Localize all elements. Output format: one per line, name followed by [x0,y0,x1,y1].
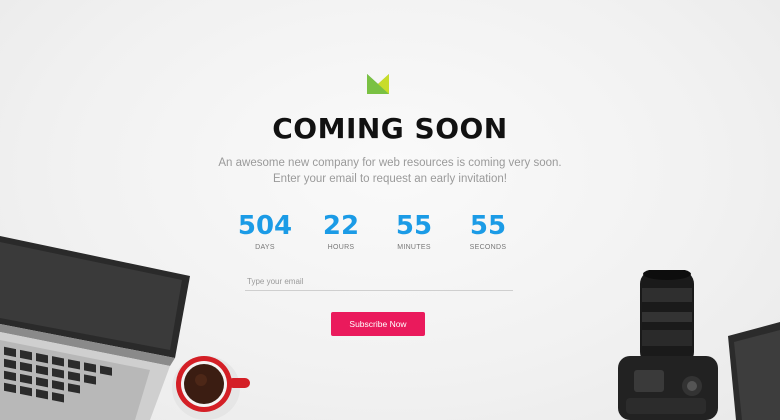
countdown-timer: 504 DAYS 22 HOURS 55 MINUTES 55 SECONDS [230,210,550,260]
countdown-seconds: 55 SECONDS [453,210,523,251]
countdown-hours-value: 22 [322,211,360,241]
page-subtitle: An awesome new company for web resources… [0,155,780,187]
subtitle-line-1: An awesome new company for web resources… [218,157,562,169]
countdown-days-label: DAYS [255,244,275,251]
countdown-hours-label: HOURS [327,244,355,251]
countdown-hours: 22 HOURS [306,210,376,251]
page-title: COMING SOON [272,112,508,145]
camera-image [618,270,718,420]
countdown-minutes-label: MINUTES [397,244,431,251]
countdown-seconds-label: SECONDS [469,244,507,251]
countdown-days-value: 504 [237,211,293,241]
coffee-cup-image [172,356,250,420]
tablet-image [728,322,780,420]
countdown-days: 504 DAYS [230,210,300,251]
countdown-minutes-value: 55 [395,211,433,241]
countdown-minutes: 55 MINUTES [379,210,449,251]
countdown-seconds-value: 55 [469,211,507,241]
subtitle-line-2: Enter your email to request an early inv… [273,173,507,185]
email-input[interactable] [245,272,513,291]
brand-logo-icon [367,74,389,94]
subscribe-button[interactable]: Subscribe Now [331,312,425,336]
